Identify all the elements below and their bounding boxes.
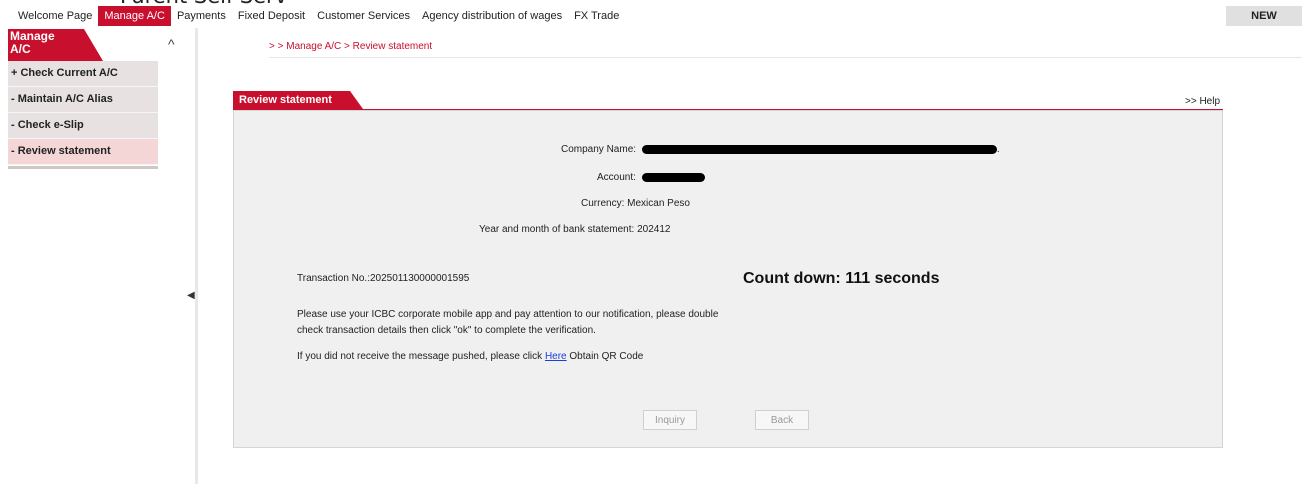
menu-manage-ac[interactable]: Manage A/C	[98, 6, 171, 26]
sidebar-item-review-statement[interactable]: - Review statement	[8, 139, 158, 165]
sidebar-title-line2: A/C	[10, 42, 31, 56]
new-badge[interactable]: NEW	[1226, 6, 1302, 26]
back-button[interactable]: Back	[755, 410, 809, 430]
help-link[interactable]: >> Help	[1185, 96, 1220, 107]
qr-code-line: If you did not receive the message pushe…	[297, 351, 643, 362]
sidebar-menu: + Check Current A/C - Maintain A/C Alias…	[8, 61, 158, 165]
account-row: Account:	[597, 172, 705, 183]
breadcrumb-divider	[269, 57, 1302, 58]
statement-period-label: Year and month of bank statement:	[479, 224, 635, 235]
sidebar-divider	[8, 166, 158, 169]
account-label: Account:	[597, 172, 636, 183]
transaction-value: 202501130000001595	[370, 273, 470, 284]
chevron-up-icon[interactable]: ^	[168, 36, 175, 52]
top-navigation: Welcome Page Manage A/C Payments Fixed D…	[0, 6, 1302, 26]
menu-agency-distribution[interactable]: Agency distribution of wages	[416, 6, 568, 26]
menu-fx-trade[interactable]: FX Trade	[568, 6, 625, 26]
menu-customer-services[interactable]: Customer Services	[311, 6, 416, 26]
menu-payments[interactable]: Payments	[171, 6, 232, 26]
panel-tab-review-statement: Review statement	[233, 91, 363, 109]
sidebar-item-check-current-ac[interactable]: + Check Current A/C	[8, 61, 158, 87]
sidebar-title: Manage A/C	[8, 29, 103, 61]
sidebar-item-check-e-slip[interactable]: - Check e-Slip	[8, 113, 158, 139]
sidebar-splitter[interactable]: ◀	[185, 28, 198, 484]
sidebar-header: Manage A/C ^	[8, 29, 185, 61]
sidebar: Manage A/C ^ + Check Current A/C - Maint…	[8, 29, 185, 484]
menu-fixed-deposit[interactable]: Fixed Deposit	[232, 6, 311, 26]
verification-notice: Please use your ICBC corporate mobile ap…	[297, 309, 719, 336]
currency-value: Mexican Peso	[627, 198, 690, 209]
countdown-timer: Count down: 111 seconds	[743, 270, 940, 287]
currency-label: Currency:	[581, 198, 625, 209]
transaction-label: Transaction No.:	[297, 273, 370, 284]
qr-prefix: If you did not receive the message pushe…	[297, 351, 543, 362]
collapse-left-icon[interactable]: ◀	[187, 290, 195, 301]
company-name-row: Company Name: .	[561, 144, 1000, 155]
main-menu: Welcome Page Manage A/C Payments Fixed D…	[12, 6, 625, 26]
review-statement-panel: Company Name: . Account: Currency: Mexic…	[233, 110, 1223, 448]
inquiry-button[interactable]: Inquiry	[643, 410, 697, 430]
transaction-number: Transaction No.:202501130000001595	[297, 273, 469, 284]
statement-period-value: 202412	[637, 224, 671, 235]
sidebar-item-maintain-ac-alias[interactable]: - Maintain A/C Alias	[8, 87, 158, 113]
statement-period-row: Year and month of bank statement: 202412	[479, 224, 670, 235]
breadcrumb: > > Manage A/C > Review statement	[269, 41, 433, 52]
menu-welcome-page[interactable]: Welcome Page	[12, 6, 98, 26]
company-name-redacted	[641, 144, 997, 154]
company-name-label: Company Name:	[561, 144, 637, 155]
account-redacted	[641, 172, 705, 182]
qr-suffix: Obtain QR Code	[569, 351, 644, 362]
qr-here-link[interactable]: Here	[545, 351, 567, 362]
currency-row: Currency: Mexican Peso	[581, 198, 690, 209]
